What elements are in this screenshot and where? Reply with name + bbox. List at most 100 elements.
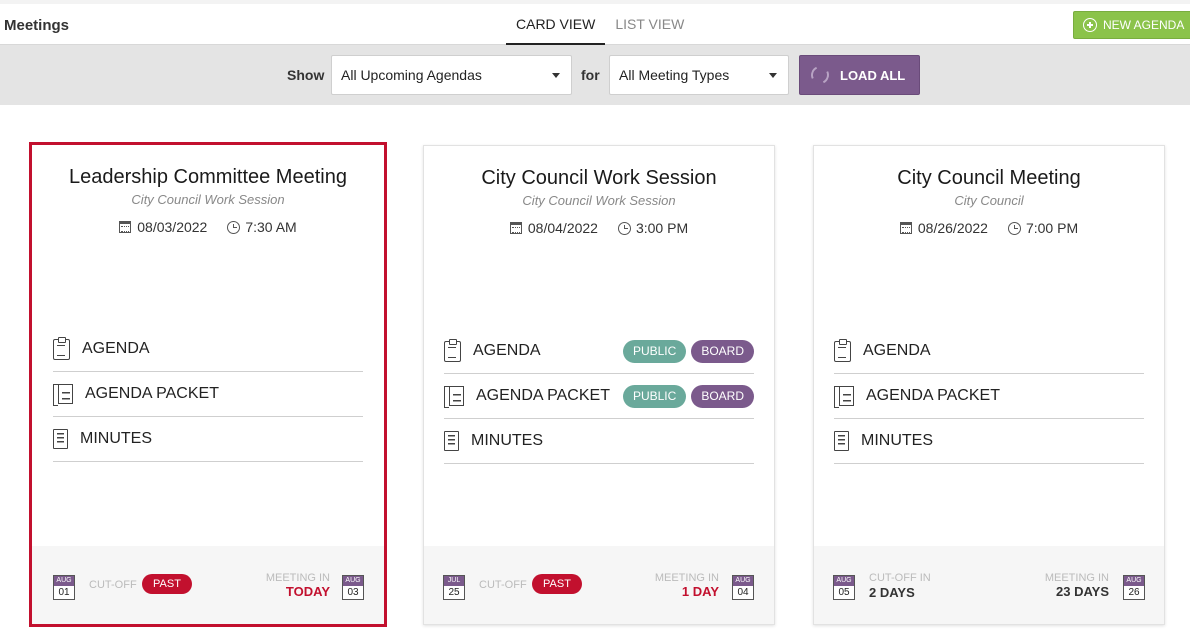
clock-icon [227, 220, 241, 234]
calendar-icon [119, 221, 132, 233]
doc-label: MINUTES [80, 430, 152, 447]
refresh-icon [808, 63, 832, 87]
card-subtitle: City Council Work Session [522, 193, 676, 208]
meeting-in-value: TODAY [285, 584, 330, 599]
doc-label: AGENDA [863, 342, 931, 359]
new-agenda-button[interactable]: NEW AGENDA [1073, 11, 1190, 39]
clipboard-icon [444, 338, 461, 362]
minutes-document-icon [444, 431, 459, 451]
card-datetime: 08/26/2022 7:00 PM [814, 220, 1164, 236]
cutoff-label: CUT-OFF [479, 579, 527, 591]
doc-label: AGENDA PACKET [476, 387, 610, 404]
meeting-in-value: 1 DAY [681, 584, 719, 599]
agenda-packet-icon [834, 386, 854, 408]
doc-label: AGENDA [473, 342, 541, 359]
load-all-button[interactable]: LOAD ALL [799, 55, 920, 95]
doc-row-agenda[interactable]: AGENDA [53, 327, 363, 372]
doc-row-agenda[interactable]: AGENDA [834, 329, 1144, 374]
document-list: AGENDA PUBLIC BOARD AGENDA PACKET PUBLIC… [444, 329, 754, 464]
meeting-calendar-icon: AUG 26 [1123, 575, 1145, 600]
doc-badges: PUBLIC BOARD [618, 385, 754, 408]
page-title: Meetings [4, 17, 70, 34]
show-label: Show [287, 67, 325, 83]
load-all-label: LOAD ALL [840, 67, 906, 83]
meeting-card[interactable]: City Council Meeting City Council 08/26/… [813, 145, 1165, 625]
meeting-in-label: MEETING IN [265, 572, 330, 584]
doc-badges: PUBLIC BOARD [618, 340, 754, 363]
meeting-in-label: MEETING IN [1044, 572, 1109, 584]
cutoff-label: CUT-OFF [89, 579, 137, 591]
document-list: AGENDA AGENDA PACKET MINUTES [53, 327, 363, 462]
agenda-packet-icon [444, 386, 464, 408]
clipboard-icon [53, 336, 70, 360]
meeting-type-select-value: All Meeting Types [619, 67, 730, 83]
cutoff-calendar-icon: AUG 01 [53, 575, 75, 600]
meeting-date: 08/03/2022 [137, 219, 208, 235]
caret-down-icon [552, 73, 560, 78]
plus-circle-icon [1083, 18, 1097, 32]
meeting-time: 3:00 PM [635, 220, 689, 236]
new-agenda-label: NEW AGENDA [1103, 18, 1185, 32]
meeting-date: 08/26/2022 [917, 220, 988, 236]
agenda-packet-icon [53, 384, 73, 406]
card-title: Leadership Committee Meeting [69, 166, 347, 188]
card-title: City Council Meeting [897, 167, 1081, 189]
calendar-icon [899, 222, 912, 234]
meeting-time: 7:00 PM [1025, 220, 1079, 236]
view-tabs: CARD VIEW LIST VIEW [506, 4, 694, 45]
status-badge: PAST [532, 574, 582, 594]
card-datetime: 08/04/2022 3:00 PM [424, 220, 774, 236]
board-badge[interactable]: BOARD [691, 385, 754, 408]
show-select[interactable]: All Upcoming Agendas [331, 55, 572, 95]
doc-row-agenda[interactable]: AGENDA PUBLIC BOARD [444, 329, 754, 374]
tab-card-view[interactable]: CARD VIEW [506, 4, 606, 45]
card-footer: AUG 05 CUT-OFF IN 2 DAYS MEETING IN 23 D… [814, 546, 1164, 624]
doc-row-agenda-packet[interactable]: AGENDA PACKET PUBLIC BOARD [444, 374, 754, 419]
cutoff-calendar-icon: AUG 05 [833, 575, 855, 600]
doc-row-agenda-packet[interactable]: AGENDA PACKET [53, 372, 363, 417]
meeting-time: 7:30 AM [245, 219, 297, 235]
status-badge: PAST [142, 574, 192, 594]
doc-label: MINUTES [861, 432, 933, 449]
card-subtitle: City Council [954, 193, 1024, 208]
minutes-document-icon [53, 429, 68, 449]
meeting-in-label: MEETING IN [654, 572, 719, 584]
document-list: AGENDA AGENDA PACKET MINUTES [834, 329, 1144, 464]
doc-row-agenda-packet[interactable]: AGENDA PACKET [834, 374, 1144, 419]
board-badge[interactable]: BOARD [691, 340, 754, 363]
card-subtitle: City Council Work Session [131, 192, 285, 207]
meeting-calendar-icon: AUG 04 [732, 575, 754, 600]
top-header: Meetings CARD VIEW LIST VIEW NEW AGENDA [0, 0, 1190, 45]
cutoff-calendar-icon: JUL 25 [443, 575, 465, 600]
clock-icon [617, 221, 631, 235]
meeting-card[interactable]: City Council Work Session City Council W… [423, 145, 775, 625]
caret-down-icon [769, 73, 777, 78]
meeting-calendar-icon: AUG 03 [342, 575, 364, 600]
clipboard-icon [834, 338, 851, 362]
cutoff-value: 2 DAYS [869, 585, 915, 600]
meeting-in-value: 23 DAYS [1056, 584, 1109, 599]
doc-label: AGENDA PACKET [85, 385, 219, 402]
card-footer: AUG 01 CUT-OFF PAST MEETING IN TODAY AUG… [32, 546, 384, 624]
public-badge[interactable]: PUBLIC [622, 385, 687, 408]
card-datetime: 08/03/2022 7:30 AM [32, 219, 384, 235]
doc-label: AGENDA [82, 340, 150, 357]
doc-row-minutes[interactable]: MINUTES [53, 417, 363, 462]
calendar-icon [509, 222, 522, 234]
doc-row-minutes[interactable]: MINUTES [444, 419, 754, 464]
card-title: City Council Work Session [481, 167, 717, 189]
meeting-card[interactable]: Leadership Committee Meeting City Counci… [29, 142, 387, 627]
cutoff-label: CUT-OFF IN [869, 572, 931, 584]
doc-label: AGENDA PACKET [866, 387, 1000, 404]
tab-list-view[interactable]: LIST VIEW [605, 4, 694, 45]
card-footer: JUL 25 CUT-OFF PAST MEETING IN 1 DAY AUG… [424, 546, 774, 624]
minutes-document-icon [834, 431, 849, 451]
clock-icon [1007, 221, 1021, 235]
filter-bar: Show All Upcoming Agendas for All Meetin… [0, 45, 1190, 105]
meeting-date: 08/04/2022 [527, 220, 598, 236]
for-label: for [581, 67, 600, 83]
doc-row-minutes[interactable]: MINUTES [834, 419, 1144, 464]
public-badge[interactable]: PUBLIC [622, 340, 687, 363]
show-select-value: All Upcoming Agendas [341, 67, 482, 83]
meeting-type-select[interactable]: All Meeting Types [609, 55, 789, 95]
